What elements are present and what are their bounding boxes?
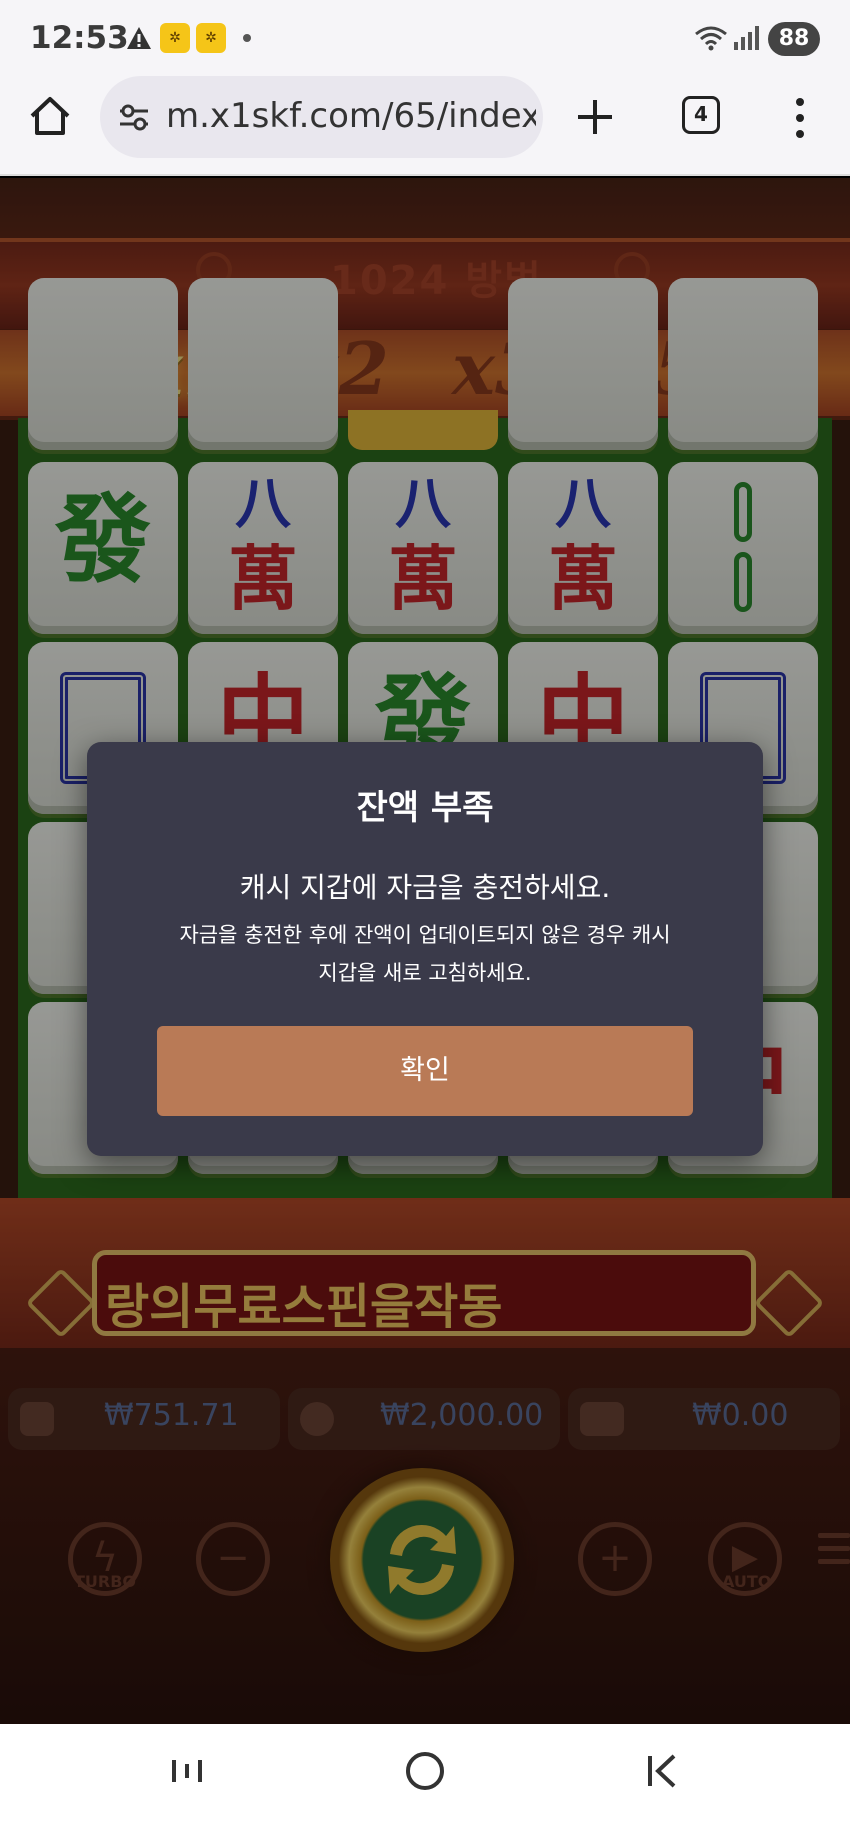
signal-icon [734, 26, 759, 50]
new-tab-plus-icon[interactable] [574, 96, 616, 138]
wifi-icon [695, 26, 727, 51]
status-bar: 12:53 ✲ ✲ 88 [0, 0, 850, 76]
dot-icon [243, 34, 251, 42]
slot-game-area: 1024 방법 x1 x2 x3 x5 發 八 萬 八 萬 [0, 178, 850, 1724]
system-nav-bar [0, 1724, 850, 1823]
app-notification-icon: ✲ [160, 23, 190, 53]
battery-level: 88 [768, 22, 820, 56]
home-nav-icon[interactable] [406, 1752, 444, 1790]
menu-kebab-icon[interactable] [790, 96, 810, 140]
tab-switcher-button[interactable]: 4 [682, 96, 720, 134]
dialog-description-line: 자금을 충전한 후에 잔액이 업데이트되지 않은 경우 캐시 [179, 923, 671, 947]
recents-icon[interactable] [170, 1754, 204, 1788]
dialog-description: 자금을 충전한 후에 잔액이 업데이트되지 않은 경우 캐시 지갑을 새로 고침… [147, 916, 703, 992]
status-time: 12:53 [30, 20, 129, 56]
dialog-description-line: 지갑을 새로 고침하세요. [318, 961, 532, 985]
dialog-message: 캐시 지갑에 자금을 충전하세요. [239, 871, 611, 904]
phone-screen: 12:53 ✲ ✲ 88 m.x1skf.com/65/index. 4 102… [0, 0, 850, 1823]
address-bar[interactable]: m.x1skf.com/65/index. [100, 76, 543, 158]
home-icon[interactable] [28, 94, 72, 138]
insufficient-balance-dialog: 잔액 부족 캐시 지갑에 자금을 충전하세요. 자금을 충전한 후에 잔액이 업… [87, 742, 763, 1156]
browser-toolbar: m.x1skf.com/65/index. 4 [0, 76, 850, 176]
app-notification-icon: ✲ [196, 23, 226, 53]
confirm-button[interactable]: 확인 [157, 1026, 693, 1116]
back-icon[interactable] [646, 1752, 680, 1790]
url-text[interactable]: m.x1skf.com/65/index. [166, 96, 536, 136]
warning-icon [127, 27, 151, 49]
dialog-title: 잔액 부족 [356, 788, 494, 828]
site-settings-icon[interactable] [118, 102, 150, 132]
